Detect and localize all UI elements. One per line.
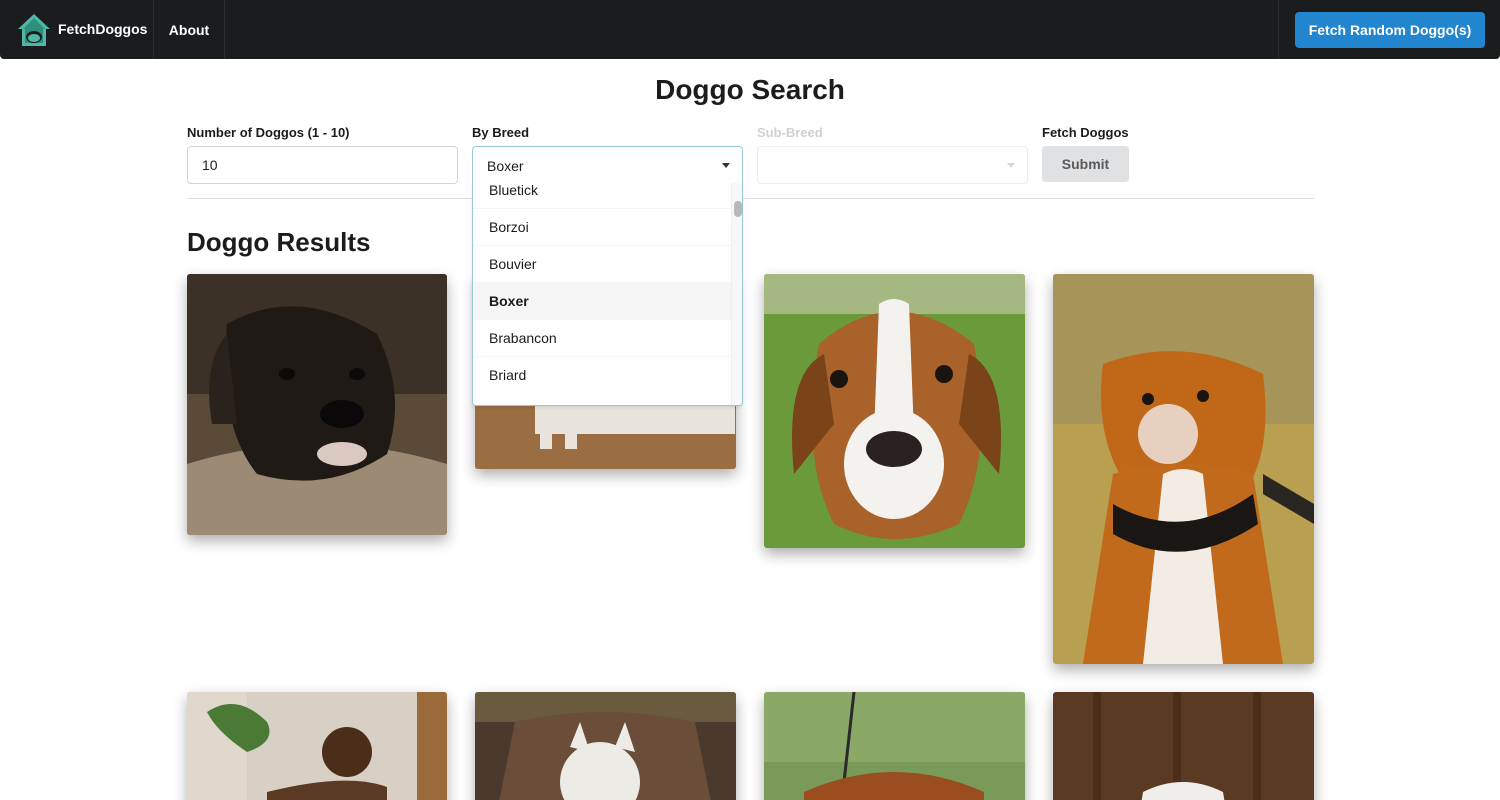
dog-image-card[interactable]	[475, 692, 736, 800]
breed-option[interactable]: Brabancon	[473, 319, 732, 356]
dog-photo	[1053, 692, 1314, 800]
navbar-right-section: Fetch Random Doggo(s)	[1278, 0, 1500, 59]
breed-option[interactable]: Briard	[473, 356, 732, 393]
fetch-label: Fetch Doggos	[1042, 125, 1129, 140]
count-input[interactable]	[187, 146, 458, 184]
dog-image-card[interactable]	[187, 274, 447, 535]
breed-option[interactable]: Bouvier	[473, 245, 732, 282]
breed-option-selected[interactable]: Boxer	[473, 282, 732, 319]
caret-down-icon	[1007, 163, 1015, 168]
nav-about-link[interactable]: About	[154, 0, 225, 59]
top-navbar: FetchDoggos About Fetch Random Doggo(s)	[0, 0, 1500, 59]
dog-photo	[475, 692, 736, 800]
count-label: Number of Doggos (1 - 10)	[187, 125, 350, 140]
breed-option[interactable]: Bluetick	[473, 183, 732, 208]
brand-link[interactable]: FetchDoggos	[0, 0, 154, 59]
dog-image-card[interactable]	[1053, 274, 1314, 664]
dog-photo	[764, 692, 1025, 800]
dog-image-card[interactable]	[764, 274, 1025, 548]
dog-image-card[interactable]	[764, 692, 1025, 800]
results-title: Doggo Results	[187, 227, 371, 257]
fetch-random-button[interactable]: Fetch Random Doggo(s)	[1295, 12, 1485, 48]
dog-image-card[interactable]	[1053, 692, 1314, 800]
brand-name: FetchDoggos	[58, 21, 148, 37]
scrollbar-thumb[interactable]	[734, 201, 742, 217]
divider	[187, 198, 1314, 199]
breed-dropdown[interactable]: Boxer	[472, 146, 743, 184]
dog-photo	[1053, 274, 1314, 664]
dog-photo	[187, 692, 447, 800]
breed-label: By Breed	[472, 125, 530, 140]
caret-down-icon	[722, 163, 730, 168]
sub-breed-dropdown[interactable]	[757, 146, 1028, 184]
sub-breed-label: Sub-Breed	[757, 125, 823, 140]
breed-selected-value: Boxer	[487, 158, 524, 174]
breed-option[interactable]: Borzoi	[473, 208, 732, 245]
submit-button[interactable]: Submit	[1042, 146, 1129, 182]
page-title: Doggo Search	[655, 74, 845, 105]
dropdown-scrollbar[interactable]	[731, 183, 742, 405]
dog-photo	[764, 274, 1025, 548]
dog-photo	[187, 274, 447, 535]
breed-dropdown-menu: Bluetick Borzoi Bouvier Boxer Brabancon …	[472, 183, 743, 406]
dog-image-card[interactable]	[187, 692, 447, 800]
house-logo-icon	[18, 14, 50, 46]
